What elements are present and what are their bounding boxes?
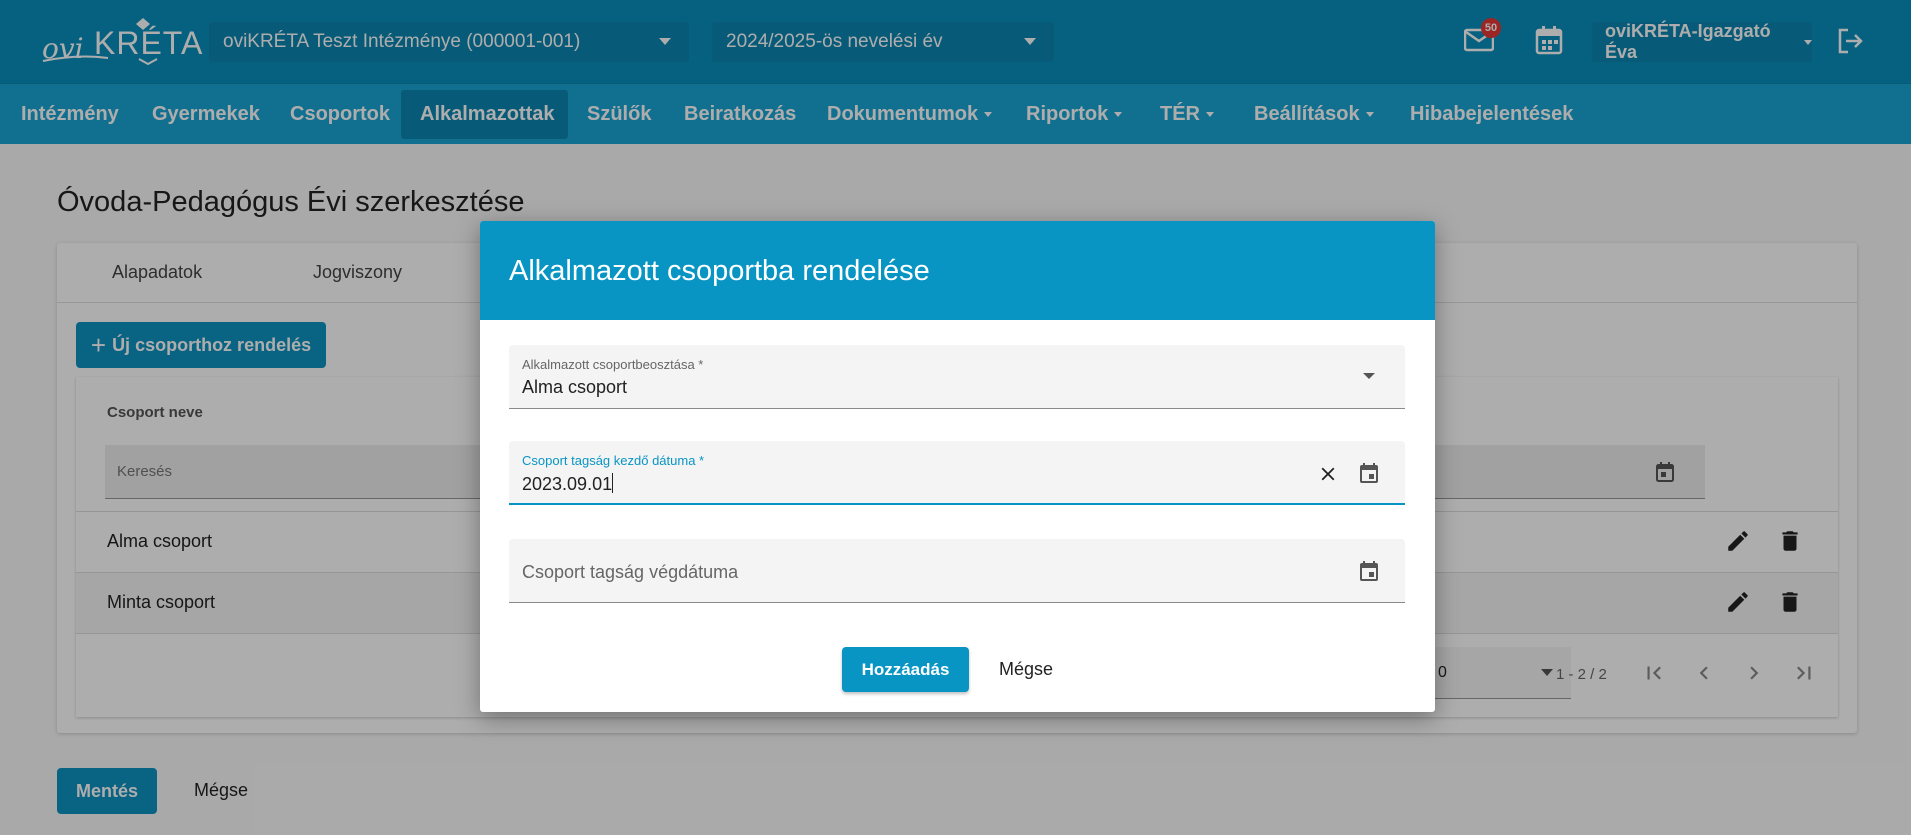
assign-group-dialog: Alkalmazott csoportba rendelése Alkalmaz… bbox=[480, 221, 1435, 712]
close-icon[interactable] bbox=[1317, 463, 1339, 485]
end-date-field[interactable]: Csoport tagság végdátuma bbox=[509, 539, 1405, 603]
dialog-title: Alkalmazott csoportba rendelése bbox=[509, 255, 930, 287]
start-date-text: 2023.09.01 bbox=[522, 474, 613, 494]
text-cursor bbox=[612, 473, 614, 493]
group-select-label: Alkalmazott csoportbeosztása * bbox=[522, 357, 704, 372]
start-date-label: Csoport tagság kezdő dátuma * bbox=[522, 453, 705, 468]
dialog-cancel-button[interactable]: Mégse bbox=[999, 659, 1053, 680]
start-date-value: 2023.09.01 bbox=[522, 473, 614, 495]
chevron-down-icon bbox=[1363, 373, 1375, 379]
start-date-field[interactable]: Csoport tagság kezdő dátuma * 2023.09.01 bbox=[509, 441, 1405, 505]
add-button[interactable]: Hozzáadás bbox=[842, 647, 969, 692]
end-date-placeholder: Csoport tagság végdátuma bbox=[522, 562, 739, 582]
group-select-value: Alma csoport bbox=[522, 377, 628, 397]
calendar-icon[interactable] bbox=[1357, 560, 1381, 584]
calendar-icon[interactable] bbox=[1357, 462, 1381, 486]
dialog-header: Alkalmazott csoportba rendelése bbox=[480, 221, 1435, 320]
group-select[interactable]: Alkalmazott csoportbeosztása * Alma csop… bbox=[509, 345, 1405, 409]
